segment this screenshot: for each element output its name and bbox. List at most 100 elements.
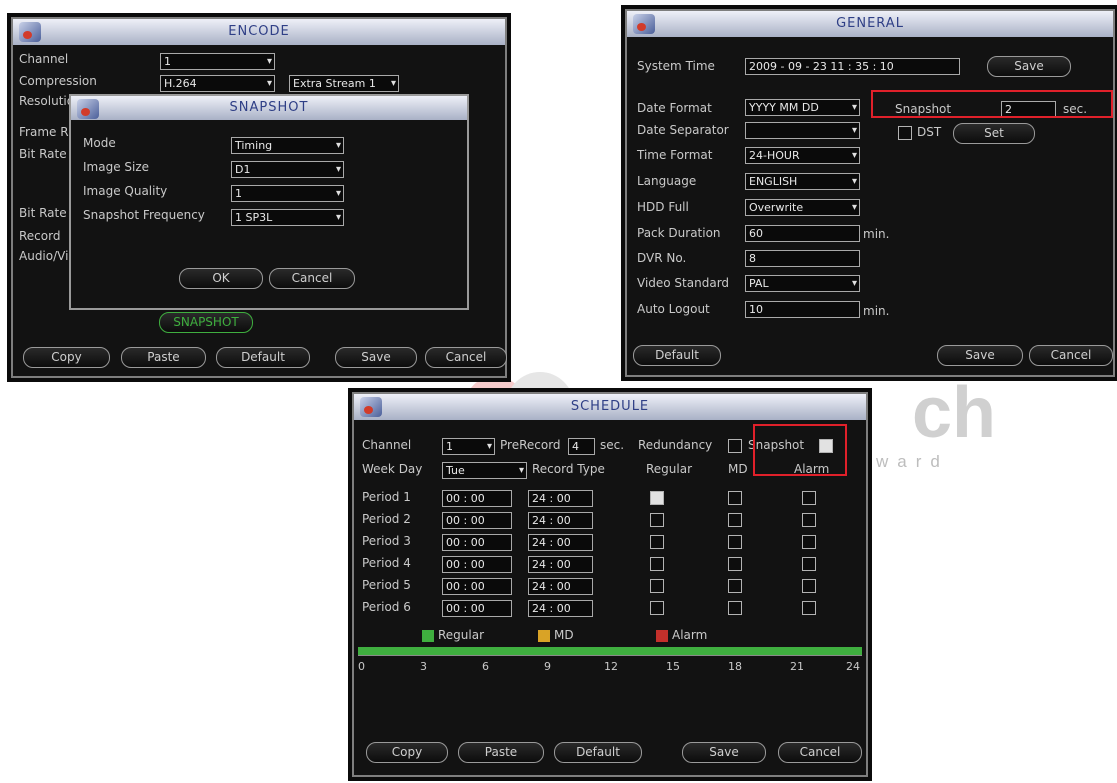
period-regular-checkbox[interactable]	[650, 579, 664, 593]
prerecord-label: PreRecord	[500, 438, 561, 452]
period-alarm-checkbox[interactable]	[802, 579, 816, 593]
general-screenshot: GENERAL System Time 2009 - 09 - 23 11 : …	[621, 5, 1117, 381]
default-button[interactable]: Default	[633, 345, 721, 366]
alarm-legend-swatch	[656, 630, 668, 642]
timeline-hour-label: 15	[666, 660, 680, 673]
period-md-checkbox[interactable]	[728, 491, 742, 505]
md-column-label: MD	[728, 462, 748, 476]
auto-logout-label: Auto Logout	[637, 302, 710, 316]
save-button[interactable]: Save	[682, 742, 766, 763]
default-button[interactable]: Default	[216, 347, 310, 368]
time-format-select[interactable]: 24-HOUR	[745, 147, 860, 164]
time-format-label: Time Format	[637, 148, 713, 162]
period-start-input[interactable]: 00 : 00	[442, 490, 512, 507]
period-regular-checkbox[interactable]	[650, 491, 664, 505]
auto-logout-input[interactable]: 10	[745, 301, 860, 318]
period-start-input[interactable]: 00 : 00	[442, 556, 512, 573]
period-regular-checkbox[interactable]	[650, 601, 664, 615]
language-select[interactable]: ENGLISH	[745, 173, 860, 190]
schedule-window: SCHEDULE Channel 1 PreRecord 4 sec. Redu…	[352, 392, 868, 777]
period-regular-checkbox[interactable]	[650, 513, 664, 527]
timeline-hour-label: 9	[544, 660, 551, 673]
pack-duration-unit: min.	[863, 227, 890, 241]
period-end-input[interactable]: 24 : 00	[528, 600, 593, 617]
encode-titlebar: ENCODE	[13, 19, 505, 45]
dvr-no-input[interactable]: 8	[745, 250, 860, 267]
extra-stream-select[interactable]: Extra Stream 1	[289, 75, 399, 92]
dst-checkbox[interactable]	[898, 126, 912, 140]
channel-select[interactable]: 1	[442, 438, 495, 455]
period-alarm-checkbox[interactable]	[802, 601, 816, 615]
copy-button[interactable]: Copy	[23, 347, 110, 368]
period-start-input[interactable]: 00 : 00	[442, 512, 512, 529]
system-time-label: System Time	[637, 59, 715, 73]
auto-logout-unit: min.	[863, 304, 890, 318]
period-md-checkbox[interactable]	[728, 557, 742, 571]
dst-set-button[interactable]: Set	[953, 123, 1035, 144]
snapshot-frequency-select[interactable]: 1 SP3L	[231, 209, 344, 226]
image-quality-label: Image Quality	[83, 184, 168, 198]
system-time-field[interactable]: 2009 - 09 - 23 11 : 35 : 10	[745, 58, 960, 75]
dialog-cancel-button[interactable]: Cancel	[269, 268, 355, 289]
period-start-input[interactable]: 00 : 00	[442, 578, 512, 595]
period-start-input[interactable]: 00 : 00	[442, 600, 512, 617]
paste-button[interactable]: Paste	[458, 742, 544, 763]
cancel-button[interactable]: Cancel	[778, 742, 862, 763]
dvr-no-label: DVR No.	[637, 251, 687, 265]
compression-select[interactable]: H.264	[160, 75, 275, 92]
period-label: Period 4	[362, 556, 411, 570]
period-label: Period 3	[362, 534, 411, 548]
channel-select[interactable]: 1	[160, 53, 275, 70]
period-regular-checkbox[interactable]	[650, 535, 664, 549]
period-end-input[interactable]: 24 : 00	[528, 534, 593, 551]
period-alarm-checkbox[interactable]	[802, 557, 816, 571]
general-title: GENERAL	[836, 16, 904, 31]
date-format-select[interactable]: YYYY MM DD	[745, 99, 860, 116]
period-end-input[interactable]: 24 : 00	[528, 556, 593, 573]
period-label: Period 6	[362, 600, 411, 614]
prerecord-input[interactable]: 4	[568, 438, 595, 455]
save-button[interactable]: Save	[335, 347, 417, 368]
video-standard-label: Video Standard	[637, 276, 730, 290]
default-button[interactable]: Default	[554, 742, 642, 763]
period-regular-checkbox[interactable]	[650, 557, 664, 571]
image-size-select[interactable]: D1	[231, 161, 344, 178]
watermark-text: ch	[912, 373, 997, 453]
save-time-button[interactable]: Save	[987, 56, 1071, 77]
snapshot-button[interactable]: SNAPSHOT	[159, 312, 253, 333]
period-end-input[interactable]: 24 : 00	[528, 578, 593, 595]
period-end-input[interactable]: 24 : 00	[528, 490, 593, 507]
schedule-app-icon	[360, 397, 382, 417]
period-start-input[interactable]: 00 : 00	[442, 534, 512, 551]
date-separator-select[interactable]	[745, 122, 860, 139]
period-alarm-checkbox[interactable]	[802, 535, 816, 549]
period-end-input[interactable]: 24 : 00	[528, 512, 593, 529]
period-md-checkbox[interactable]	[728, 579, 742, 593]
cancel-button[interactable]: Cancel	[1029, 345, 1113, 366]
cancel-button[interactable]: Cancel	[425, 347, 507, 368]
period-md-checkbox[interactable]	[728, 601, 742, 615]
period-alarm-checkbox[interactable]	[802, 491, 816, 505]
image-quality-select[interactable]: 1	[231, 185, 344, 202]
video-standard-select[interactable]: PAL	[745, 275, 860, 292]
redundancy-checkbox[interactable]	[728, 439, 742, 453]
paste-button[interactable]: Paste	[121, 347, 206, 368]
period-alarm-checkbox[interactable]	[802, 513, 816, 527]
dialog-ok-button[interactable]: OK	[179, 268, 263, 289]
week-day-label: Week Day	[362, 462, 423, 476]
save-button[interactable]: Save	[937, 345, 1023, 366]
copy-button[interactable]: Copy	[366, 742, 448, 763]
alarm-column-label: Alarm	[794, 462, 830, 476]
image-size-label: Image Size	[83, 160, 150, 174]
mode-label: Mode	[83, 136, 116, 150]
pack-duration-input[interactable]: 60	[745, 225, 860, 242]
regular-legend-swatch	[422, 630, 434, 642]
hdd-full-select[interactable]: Overwrite	[745, 199, 860, 216]
period-md-checkbox[interactable]	[728, 535, 742, 549]
compression-label: Compression	[19, 74, 97, 88]
period-md-checkbox[interactable]	[728, 513, 742, 527]
language-label: Language	[637, 174, 697, 188]
mode-select[interactable]: Timing	[231, 137, 344, 154]
week-day-select[interactable]: Tue	[442, 462, 527, 479]
schedule-title: SCHEDULE	[570, 399, 650, 414]
